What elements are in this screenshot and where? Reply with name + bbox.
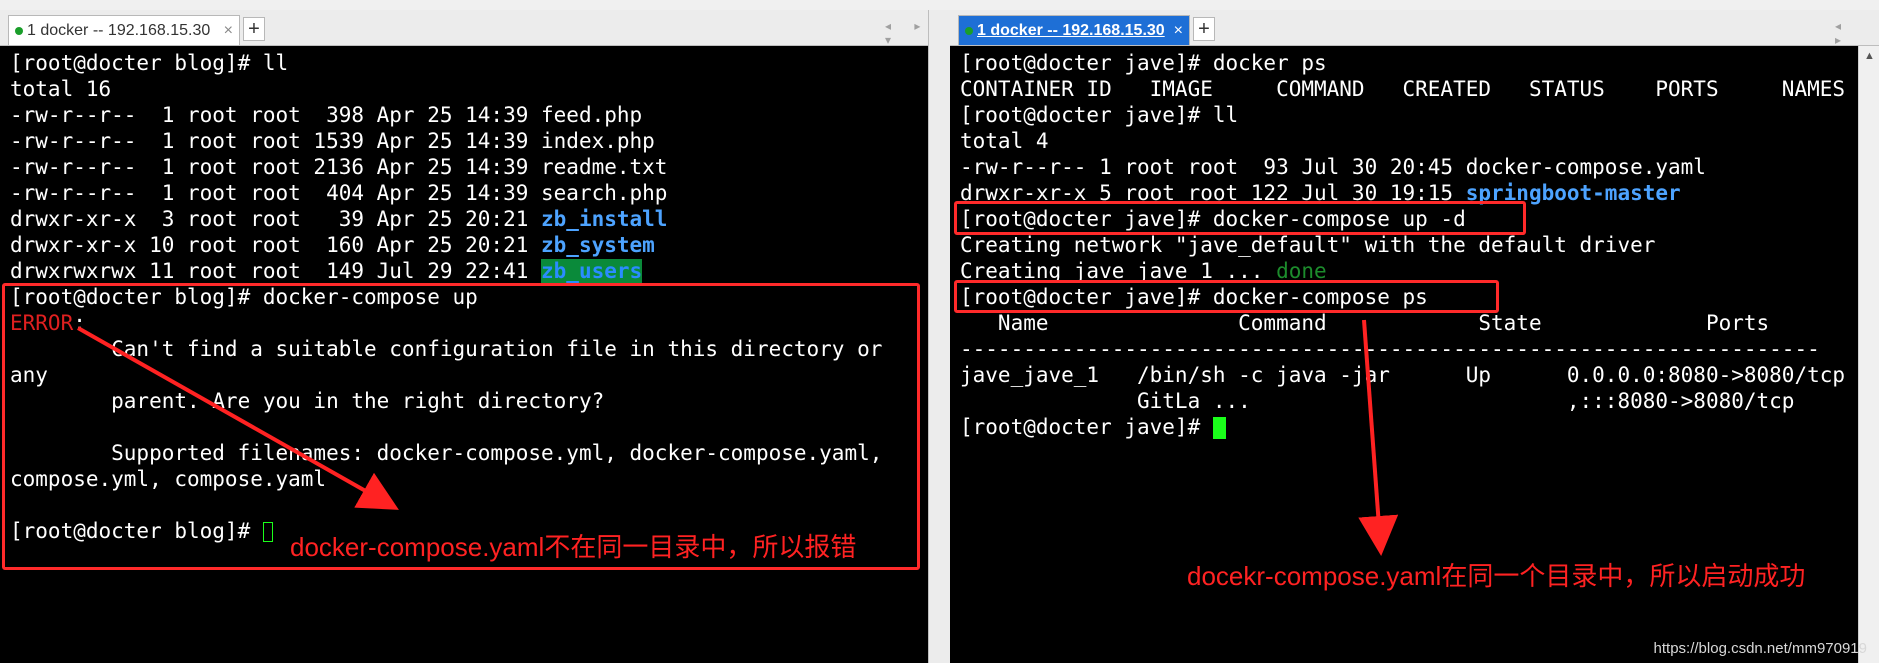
left-annotation-text: docker-compose.yaml不在同一目录中，所以报错: [290, 532, 857, 562]
left-arrow: [77, 326, 399, 510]
right-annotation-text: docekr-compose.yaml在同一个目录中，所以启动成功: [1187, 561, 1806, 591]
right-arrow: [1358, 319, 1399, 556]
watermark: https://blog.csdn.net/mm970919: [1653, 640, 1867, 657]
